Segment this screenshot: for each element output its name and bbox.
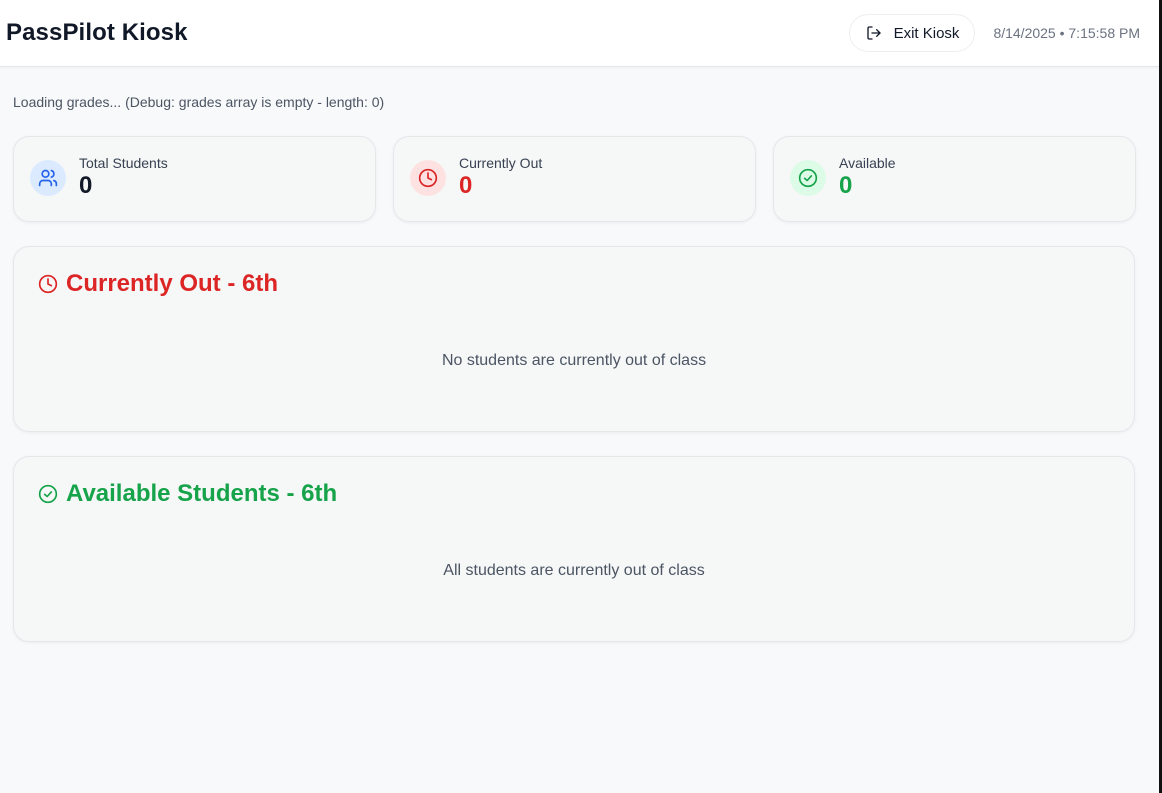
currently-out-section: Currently Out - 6th No students are curr… (13, 246, 1135, 432)
available-students-section: Available Students - 6th All students ar… (13, 456, 1135, 642)
stat-label: Available (839, 155, 896, 171)
stat-card-currently-out: Currently Out 0 (393, 136, 756, 222)
stat-value: 0 (839, 172, 853, 199)
stat-value: 0 (459, 172, 473, 199)
users-icon (30, 160, 66, 196)
app-header: PassPilot Kiosk Exit Kiosk 8/14/2025 • 7… (0, 0, 1159, 67)
debug-message: Loading grades... (Debug: grades array i… (13, 94, 385, 110)
section-title-text: Currently Out - 6th (66, 270, 279, 297)
stat-label: Currently Out (459, 155, 543, 171)
section-title-currently-out: Currently Out - 6th (38, 270, 278, 298)
header-right: Exit Kiosk 8/14/2025 • 7:15:58 PM (848, 14, 1140, 52)
log-out-icon (866, 26, 881, 40)
exit-kiosk-label: Exit Kiosk (893, 24, 960, 42)
section-title-available: Available Students - 6th (38, 480, 337, 508)
stat-label: Total Students (79, 155, 168, 171)
section-title-text: Available Students - 6th (66, 480, 338, 507)
exit-kiosk-button[interactable]: Exit Kiosk (848, 14, 976, 52)
clock-icon (410, 160, 446, 196)
empty-state-message: All students are currently out of class (443, 562, 705, 579)
stat-card-available: Available 0 (773, 136, 1136, 222)
check-circle-icon (38, 484, 58, 504)
stat-card-total-students: Total Students 0 (13, 136, 376, 222)
clock-icon (38, 274, 58, 294)
app-title: PassPilot Kiosk (6, 19, 188, 46)
stat-value: 0 (79, 172, 93, 199)
empty-state-message: No students are currently out of class (441, 352, 707, 369)
check-circle-icon (790, 160, 826, 196)
stats-row: Total Students 0 Currently Out 0 Availab… (13, 136, 1136, 222)
datetime: 8/14/2025 • 7:15:58 PM (993, 25, 1140, 41)
